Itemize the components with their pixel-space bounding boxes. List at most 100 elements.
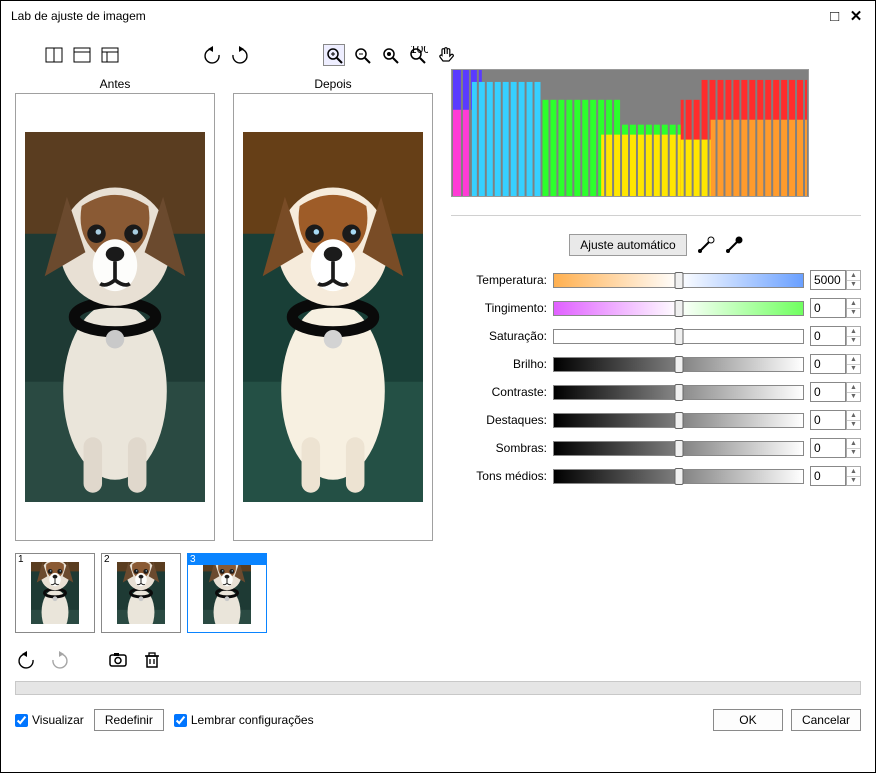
slider-thumb[interactable] <box>674 272 683 289</box>
after-preview[interactable] <box>233 93 433 541</box>
spinner-down-icon[interactable]: ▼ <box>847 477 860 486</box>
slider-value-input[interactable] <box>810 410 846 430</box>
snapshot-thumb[interactable]: 3 <box>187 553 267 633</box>
slider-value-input[interactable] <box>810 354 846 374</box>
zoom-100-icon[interactable]: 100 <box>407 44 429 66</box>
snapshot-strip: 12 3 <box>15 553 861 633</box>
slider-thumb[interactable] <box>674 440 683 457</box>
spinner-up-icon[interactable]: ▲ <box>847 411 860 421</box>
spinner-down-icon[interactable]: ▼ <box>847 449 860 458</box>
redo-icon[interactable] <box>49 649 71 671</box>
slider-thumb[interactable] <box>674 468 683 485</box>
slider-value-input[interactable] <box>810 270 846 290</box>
rotate-right-icon[interactable] <box>229 44 251 66</box>
zoom-fit-icon[interactable] <box>379 44 401 66</box>
histogram <box>451 69 809 197</box>
slider-track[interactable] <box>553 413 804 428</box>
spinner-down-icon[interactable]: ▼ <box>847 393 860 402</box>
zoom-out-icon[interactable] <box>351 44 373 66</box>
reset-button[interactable]: Redefinir <box>94 709 164 731</box>
slider-row: Destaques: ▲▼ <box>451 410 861 430</box>
remember-checkbox[interactable]: Lembrar configurações <box>174 713 314 727</box>
snapshot-number: 3 <box>188 554 266 565</box>
slider-track[interactable] <box>553 469 804 484</box>
ok-button[interactable]: OK <box>713 709 783 731</box>
spinner[interactable]: ▲▼ <box>846 326 861 346</box>
slider-track[interactable] <box>553 273 804 288</box>
slider-label: Temperatura: <box>451 273 547 287</box>
slider-thumb[interactable] <box>674 356 683 373</box>
spinner-up-icon[interactable]: ▲ <box>847 271 860 281</box>
slider-value-input[interactable] <box>810 466 846 486</box>
divider <box>451 215 861 216</box>
visualize-checkbox[interactable]: Visualizar <box>15 713 84 727</box>
remember-check-input[interactable] <box>174 714 187 727</box>
eyedropper-black-icon[interactable] <box>725 236 743 254</box>
slider-row: Saturação: ▲▼ <box>451 326 861 346</box>
snapshot-number: 2 <box>102 554 112 565</box>
camera-icon[interactable] <box>107 649 129 671</box>
layout-split-icon[interactable] <box>43 44 65 66</box>
maximize-icon[interactable]: □ <box>826 8 844 25</box>
slider-track[interactable] <box>553 385 804 400</box>
undo-icon[interactable] <box>15 649 37 671</box>
slider-label: Tingimento: <box>451 301 547 315</box>
snapshot-image <box>31 562 79 624</box>
slider-value-input[interactable] <box>810 326 846 346</box>
spinner-down-icon[interactable]: ▼ <box>847 309 860 318</box>
titlebar: Lab de ajuste de imagem □ ✕ <box>1 1 875 31</box>
before-image <box>25 132 205 502</box>
slider-thumb[interactable] <box>674 412 683 429</box>
slider-label: Destaques: <box>451 413 547 427</box>
slider-thumb[interactable] <box>674 328 683 345</box>
snapshot-thumb[interactable]: 2 <box>101 553 181 633</box>
slider-track[interactable] <box>553 357 804 372</box>
snapshot-thumb[interactable]: 1 <box>15 553 95 633</box>
after-label: Depois <box>314 77 351 91</box>
spinner-down-icon[interactable]: ▼ <box>847 337 860 346</box>
close-icon[interactable]: ✕ <box>847 7 865 25</box>
slider-value-input[interactable] <box>810 298 846 318</box>
spinner[interactable]: ▲▼ <box>846 382 861 402</box>
visualize-label: Visualizar <box>32 713 84 727</box>
slider-label: Saturação: <box>451 329 547 343</box>
trash-icon[interactable] <box>141 649 163 671</box>
remember-label: Lembrar configurações <box>191 713 314 727</box>
slider-thumb[interactable] <box>674 384 683 401</box>
auto-adjust-button[interactable]: Ajuste automático <box>569 234 686 256</box>
spinner-up-icon[interactable]: ▲ <box>847 383 860 393</box>
spinner-up-icon[interactable]: ▲ <box>847 327 860 337</box>
eyedropper-white-icon[interactable] <box>697 236 715 254</box>
cancel-button[interactable]: Cancelar <box>791 709 861 731</box>
slider-label: Contraste: <box>451 385 547 399</box>
spinner-down-icon[interactable]: ▼ <box>847 281 860 290</box>
snapshot-image <box>203 562 251 624</box>
slider-row: Brilho:▲▼ <box>451 354 861 374</box>
spinner[interactable]: ▲▼ <box>846 354 861 374</box>
slider-track[interactable] <box>553 441 804 456</box>
spinner-up-icon[interactable]: ▲ <box>847 467 860 477</box>
pan-hand-icon[interactable] <box>435 44 457 66</box>
rotate-left-icon[interactable] <box>201 44 223 66</box>
layout-single-icon[interactable] <box>71 44 93 66</box>
spinner[interactable]: ▲▼ <box>846 298 861 318</box>
spinner-up-icon[interactable]: ▲ <box>847 355 860 365</box>
before-label: Antes <box>100 77 131 91</box>
spinner[interactable]: ▲▼ <box>846 438 861 458</box>
slider-thumb[interactable] <box>674 300 683 317</box>
before-preview[interactable] <box>15 93 215 541</box>
slider-track[interactable] <box>553 329 804 344</box>
spinner[interactable]: ▲▼ <box>846 466 861 486</box>
spinner[interactable]: ▲▼ <box>846 410 861 430</box>
layout-stacked-icon[interactable] <box>99 44 121 66</box>
zoom-in-icon[interactable] <box>323 44 345 66</box>
spinner-down-icon[interactable]: ▼ <box>847 365 860 374</box>
spinner-down-icon[interactable]: ▼ <box>847 421 860 430</box>
spinner-up-icon[interactable]: ▲ <box>847 439 860 449</box>
slider-value-input[interactable] <box>810 382 846 402</box>
spinner[interactable]: ▲▼ <box>846 270 861 290</box>
spinner-up-icon[interactable]: ▲ <box>847 299 860 309</box>
visualize-check-input[interactable] <box>15 714 28 727</box>
slider-track[interactable] <box>553 301 804 316</box>
slider-value-input[interactable] <box>810 438 846 458</box>
